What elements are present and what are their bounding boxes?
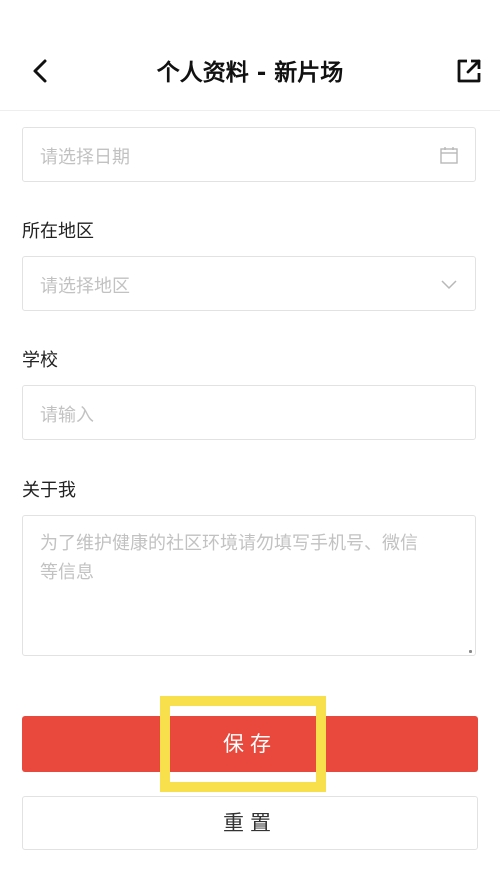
about-me-placeholder-line1: 为了维护健康的社区环境请勿填写手机号、微信 [40, 533, 418, 554]
date-placeholder: 请选择日期 [40, 147, 130, 168]
region-select[interactable]: 请选择地区 [22, 256, 476, 311]
chevron-down-icon [439, 274, 459, 294]
about-me-textarea[interactable]: 为了维护健康的社区环境请勿填写手机号、微信 等信息 [22, 515, 476, 656]
about-me-label: 关于我 [22, 480, 76, 501]
external-link-icon [456, 58, 482, 88]
school-input[interactable]: 请输入 [22, 385, 476, 440]
region-label: 所在地区 [22, 221, 94, 242]
top-nav-bar: 个人资料 - 新片场 [0, 0, 500, 111]
about-me-placeholder-line2: 等信息 [40, 562, 94, 583]
page-title: 个人资料 - 新片场 [156, 60, 344, 86]
school-placeholder: 请输入 [40, 405, 94, 426]
birthday-date-picker[interactable]: 请选择日期 [22, 127, 476, 182]
resize-handle[interactable] [469, 650, 472, 653]
region-placeholder: 请选择地区 [40, 276, 130, 297]
share-button[interactable] [452, 56, 486, 90]
back-button[interactable] [24, 56, 56, 90]
chevron-left-icon [32, 58, 48, 88]
school-label: 学校 [22, 350, 58, 371]
save-button[interactable]: 保存 [22, 716, 478, 772]
calendar-icon [439, 145, 459, 165]
reset-button[interactable]: 重置 [22, 796, 478, 850]
